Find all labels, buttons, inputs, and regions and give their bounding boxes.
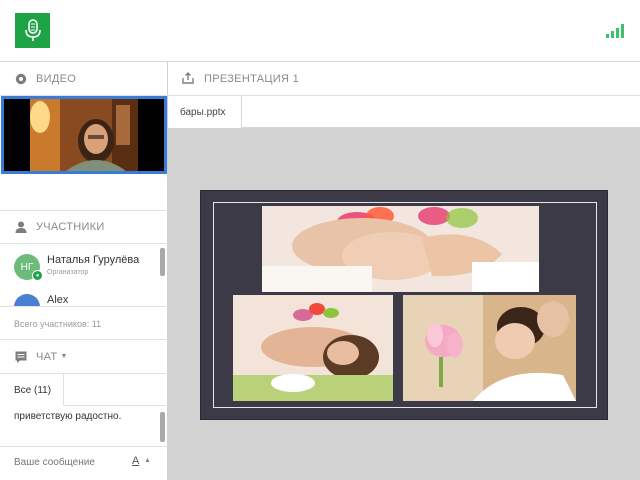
tab-file[interactable]: бары.pptx — [168, 96, 242, 128]
participants-total: Всего участников: 11 — [0, 306, 168, 340]
font-format-button[interactable]: A — [132, 455, 139, 467]
chat-message: приветствую радостно. — [14, 411, 122, 422]
list-item[interactable]: НГ ● Наталья Гурулёва Организатор — [14, 254, 164, 284]
file-tabs: бары.pptx — [168, 96, 640, 128]
participants-list[interactable]: НГ ● Наталья Гурулёва Организатор Alex — [0, 244, 168, 306]
tab-all[interactable]: Все (11) — [0, 374, 64, 406]
video-section-title: ВИДЕО — [36, 72, 77, 85]
presentation-slide[interactable] — [200, 190, 608, 420]
presentation-header: ПРЕЗЕНТАЦИЯ 1 — [168, 62, 640, 96]
spa-photo-bottom-left — [233, 295, 393, 401]
chat-message-input[interactable] — [14, 457, 124, 468]
list-item[interactable]: Alex — [14, 294, 164, 306]
video-section-header[interactable]: ВИДЕО — [0, 62, 168, 96]
presentation-panel: ПРЕЗЕНТАЦИЯ 1 бары.pptx — [168, 62, 640, 480]
participant-role: Организатор — [47, 269, 89, 276]
participant-name: Наталья Гурулёва — [47, 254, 140, 266]
avatar — [14, 294, 40, 306]
participants-scrollbar[interactable] — [160, 248, 165, 276]
upload-icon[interactable] — [182, 71, 196, 86]
slide-stage — [168, 128, 640, 480]
sidebar: ВИДЕО УЧАСТНИКИ НГ ● Наталья Гурулёва Ор… — [0, 62, 168, 480]
chat-scrollbar[interactable] — [160, 412, 165, 442]
participant-name: Alex — [47, 294, 69, 306]
spa-photo-top — [262, 206, 539, 292]
participants-section-title: УЧАСТНИКИ — [36, 221, 105, 233]
microphone-icon[interactable] — [15, 13, 50, 48]
organizer-badge-icon: ● — [32, 270, 43, 281]
signal-bars-icon — [606, 24, 626, 38]
caret-up-icon[interactable]: ▲ — [144, 457, 151, 464]
chat-section-title: ЧАТ — [36, 350, 58, 363]
chat-icon — [14, 350, 28, 364]
chat-input-row: A ▲ — [0, 446, 168, 480]
top-bar — [0, 0, 640, 62]
presentation-title: ПРЕЗЕНТАЦИЯ 1 — [204, 72, 300, 85]
video-circle-icon — [14, 72, 28, 86]
chat-section-header[interactable]: ЧАТ ▼ — [0, 340, 168, 374]
participants-section-header[interactable]: УЧАСТНИКИ — [0, 210, 168, 244]
webcam-video[interactable] — [1, 96, 167, 174]
spa-photo-bottom-right — [403, 295, 576, 401]
chat-tabs: Все (11) — [0, 374, 168, 406]
chevron-down-icon[interactable]: ▼ — [60, 353, 67, 360]
person-icon — [14, 220, 28, 234]
